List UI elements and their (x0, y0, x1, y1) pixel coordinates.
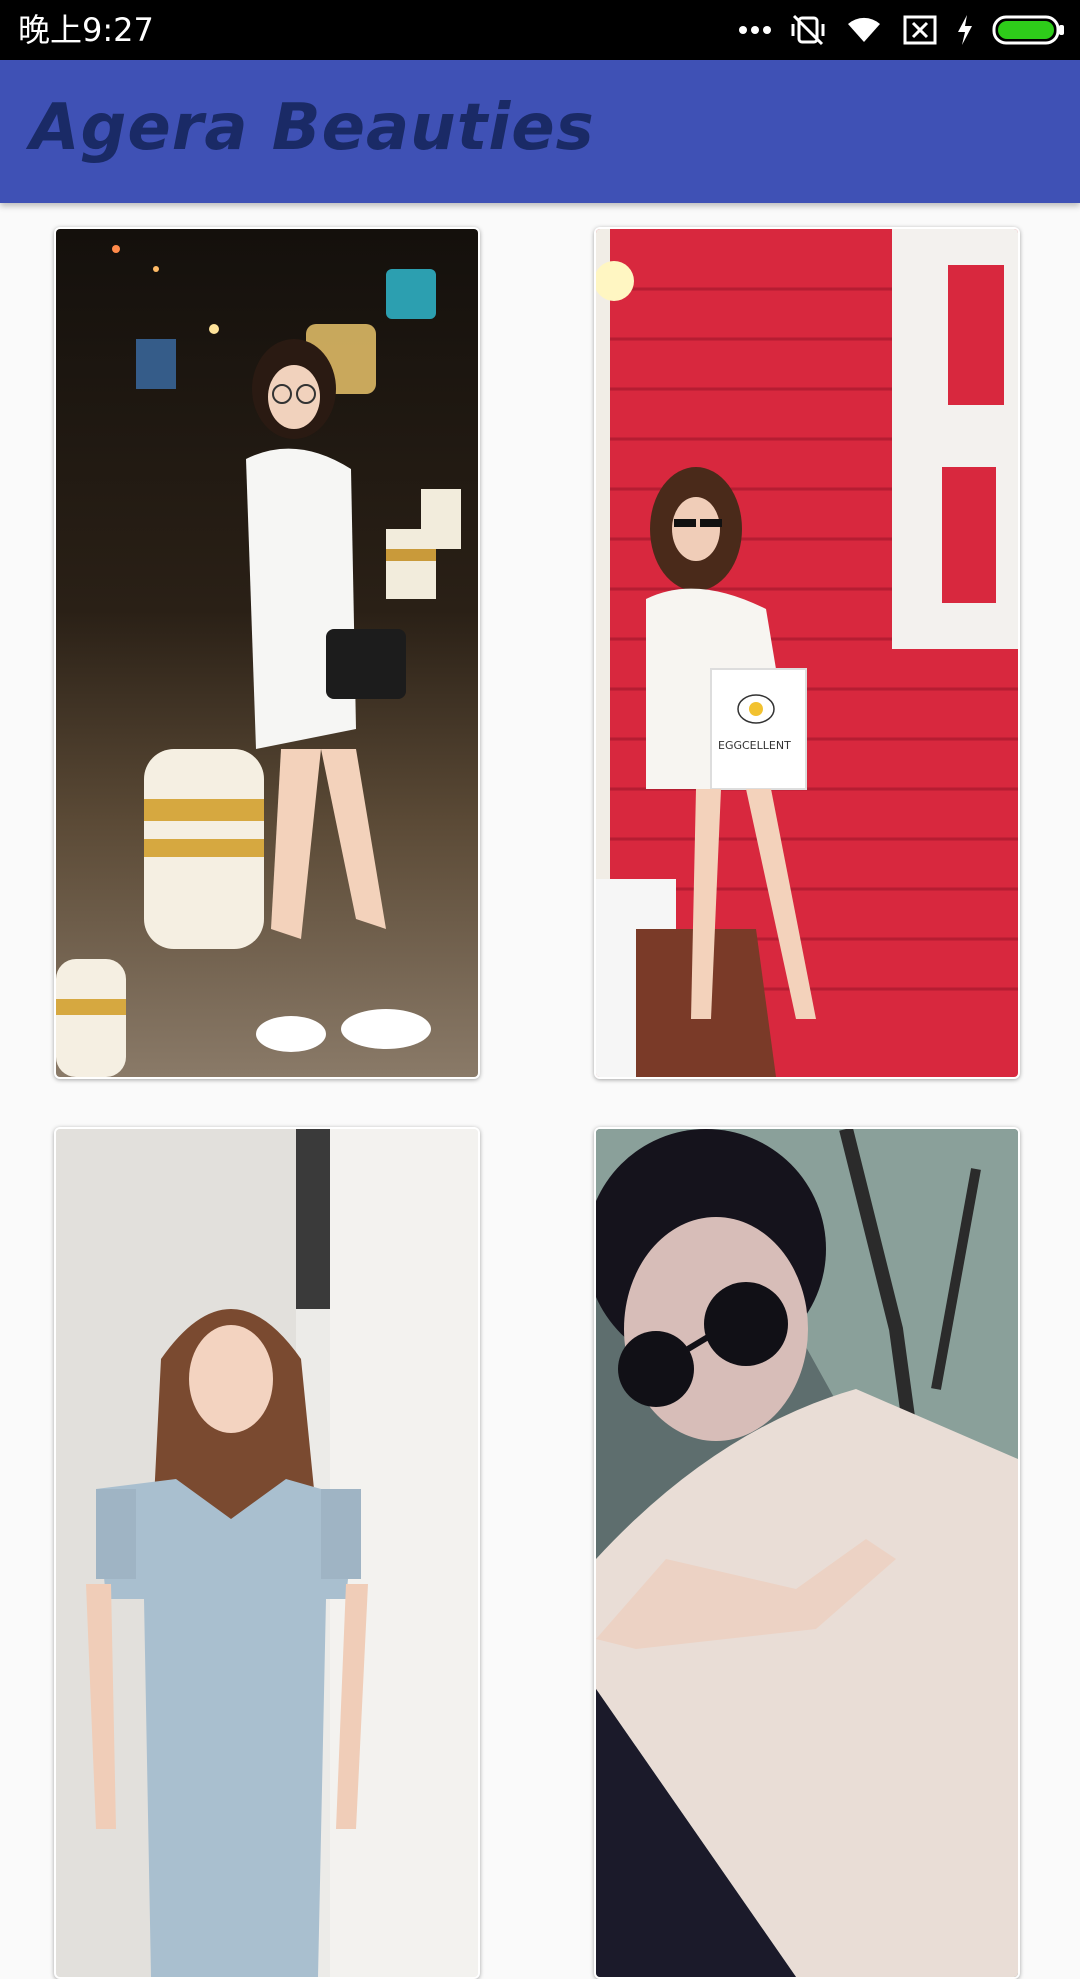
no-sim-icon (902, 10, 938, 50)
wifi-icon (844, 10, 884, 50)
photo-night-street[interactable] (56, 229, 478, 1077)
photo-blue-dress[interactable] (56, 1129, 478, 1977)
status-time: 晚上9:27 (18, 11, 154, 49)
photo-card-3[interactable] (54, 1127, 480, 1979)
photo-grid: EGGCELLENT (0, 203, 1080, 1979)
app-bar: Agera Beauties (0, 60, 1080, 203)
photo-card-1[interactable] (54, 227, 480, 1079)
photo-card-4[interactable] (594, 1127, 1020, 1979)
bag-text: EGGCELLENT (718, 739, 791, 752)
status-icons (720, 10, 1066, 50)
status-bar: 晚上9:27 (0, 0, 1080, 60)
photo-red-wall[interactable]: EGGCELLENT (596, 229, 1018, 1077)
battery-icon (992, 10, 1066, 50)
photo-card-2[interactable]: EGGCELLENT (594, 227, 1020, 1079)
photo-sunglasses-selfie[interactable] (596, 1129, 1018, 1977)
more-dots-icon (738, 10, 772, 50)
vibrate-off-icon (790, 10, 826, 50)
app-title: Agera Beauties (30, 91, 595, 165)
charging-bolt-icon (956, 10, 974, 50)
